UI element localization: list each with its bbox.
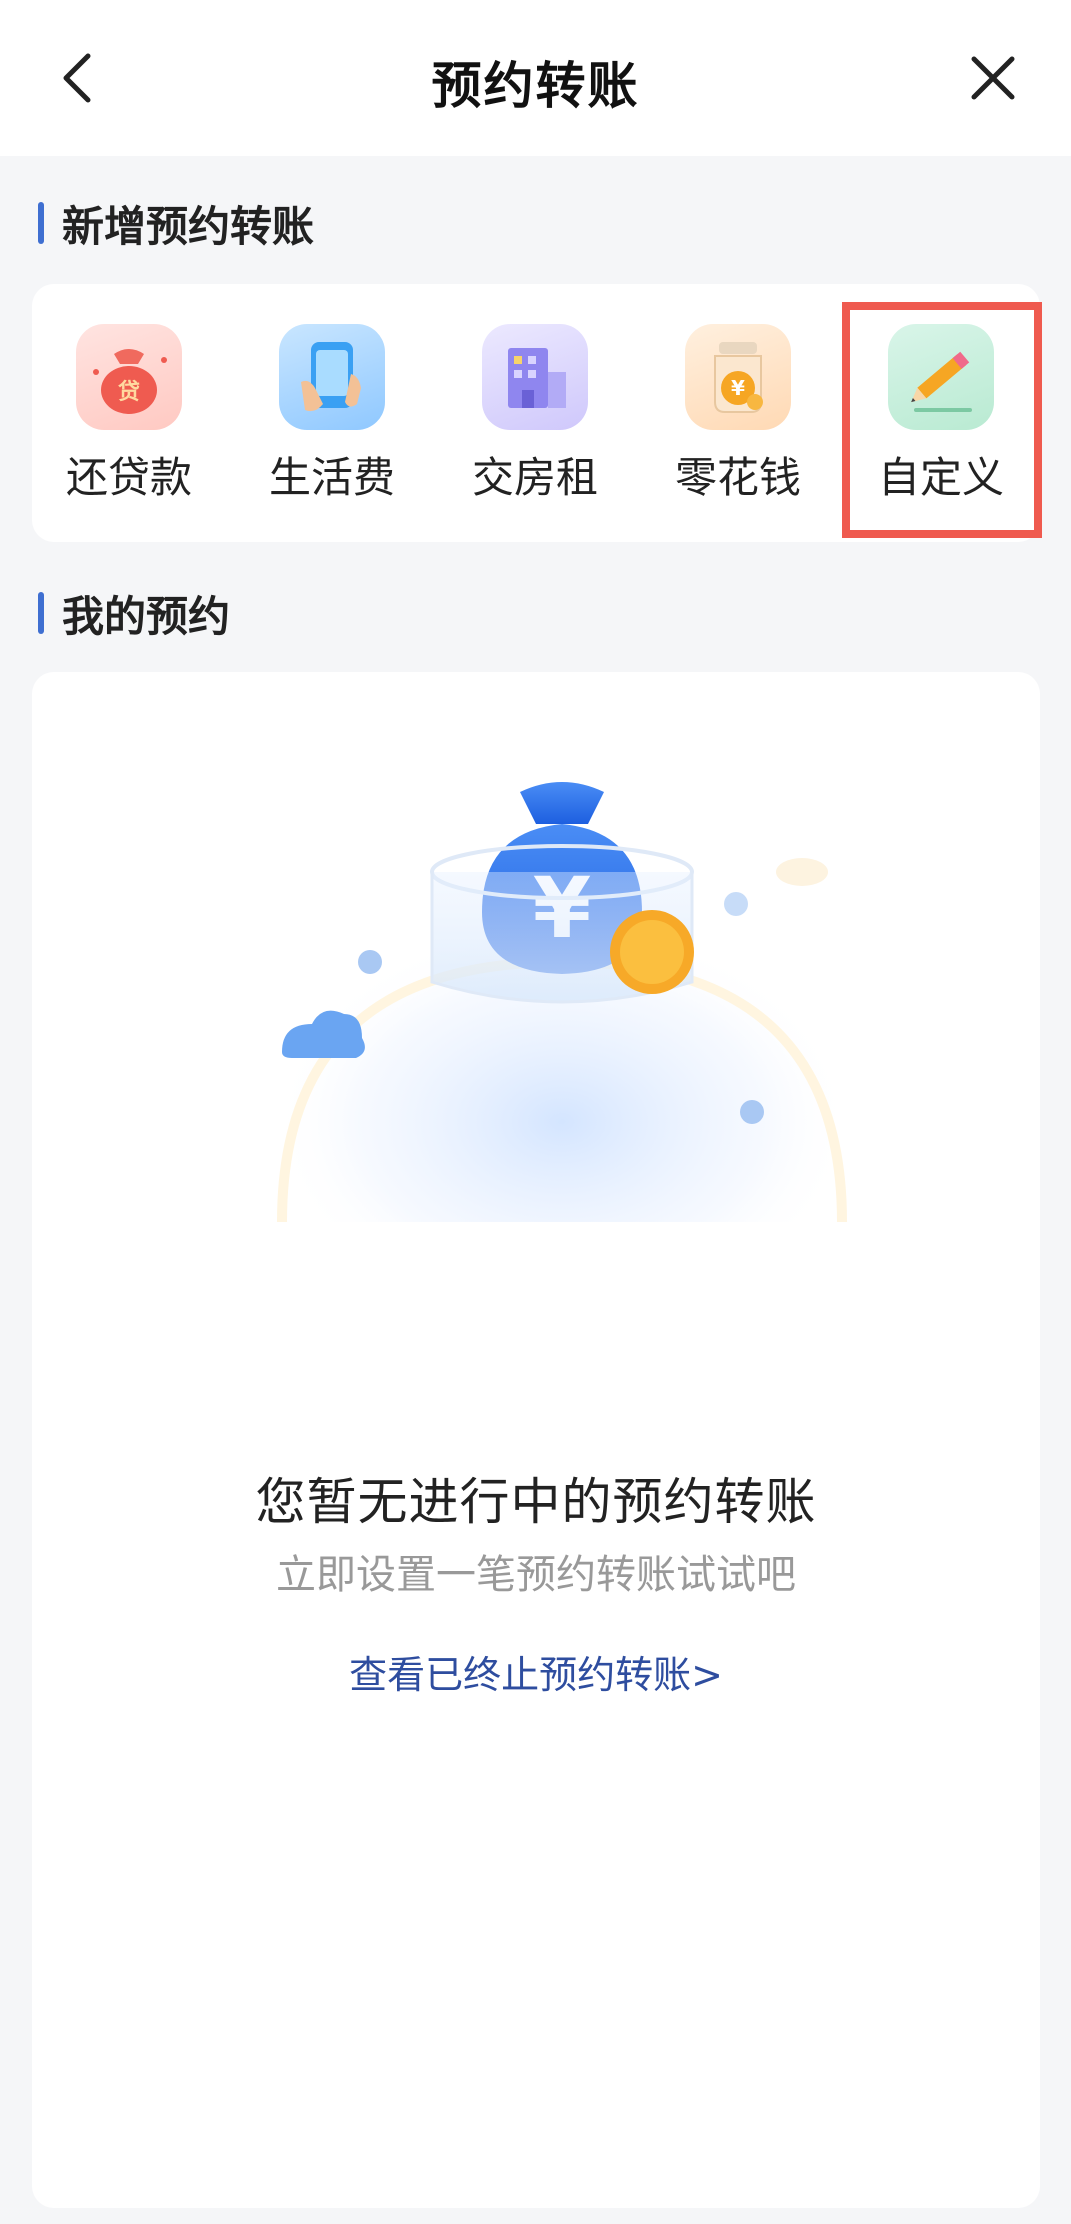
empty-state-subtitle: 立即设置一笔预约转账试试吧 [276, 1552, 796, 1598]
svg-text:贷: 贷 [118, 379, 140, 405]
type-item-loan[interactable]: 贷 还贷款 [44, 324, 214, 524]
loan-bag-icon: 贷 [76, 324, 182, 430]
type-item-rent[interactable]: 交房租 [450, 324, 620, 524]
close-button[interactable] [955, 40, 1031, 116]
transfer-type-card: 贷 还贷款 生活费 交房租 ¥ 零花钱 自定义 [32, 284, 1040, 542]
empty-state-illustration: ¥ [252, 762, 872, 1302]
phone-hand-icon [279, 324, 385, 430]
pencil-icon [888, 324, 994, 430]
coin-jar-icon: ¥ [685, 324, 791, 430]
section-accent-bar [38, 202, 44, 244]
page-title: 预约转账 [431, 57, 640, 115]
section-title-mine: 我的预约 [62, 591, 231, 641]
type-item-pocket-money[interactable]: ¥ 零花钱 [653, 324, 823, 524]
type-label-pocket-money: 零花钱 [674, 453, 801, 502]
section-accent-bar [38, 592, 44, 634]
type-item-custom[interactable]: 自定义 [856, 324, 1026, 524]
my-reservations-card: ¥ 您暂无进行中的预约转账 立即设置一笔预约转账试试吧 查看已终止预约转账> [32, 672, 1040, 2208]
building-icon [482, 324, 588, 430]
top-nav-bar: 预约转账 [0, 0, 1071, 156]
svg-text:¥: ¥ [731, 376, 745, 400]
type-label-rent: 交房租 [471, 453, 598, 502]
section-header-new: 新增预约转账 [38, 198, 314, 251]
view-terminated-link[interactable]: 查看已终止预约转账> [32, 1644, 1040, 1699]
section-title-new: 新增预约转账 [62, 201, 315, 251]
type-label-custom: 自定义 [877, 453, 1004, 502]
section-header-mine: 我的预约 [38, 588, 230, 641]
empty-state-title: 您暂无进行中的预约转账 [255, 1473, 817, 1531]
type-item-living[interactable]: 生活费 [247, 324, 417, 524]
close-icon [971, 56, 1015, 100]
type-label-living: 生活费 [268, 453, 395, 502]
type-label-loan: 还贷款 [65, 453, 192, 502]
